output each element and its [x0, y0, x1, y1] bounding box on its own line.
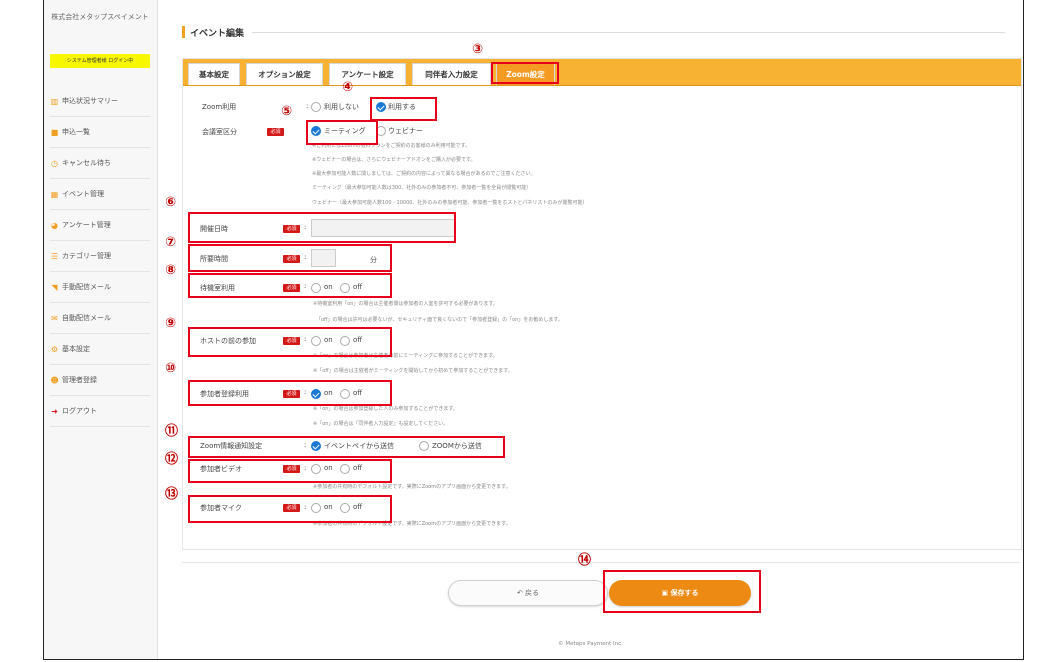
room-note: ミーティング（最大参加可能人数は300、社外のみの参加者不可、参加者一覧を全員が… [312, 185, 532, 191]
sidebar-item-summary[interactable]: ▥ 申込状況サマリー [50, 86, 150, 117]
waiting-note: 「off」の場合は許可は必要ないが、セキュリティ面で良くないので「参加者登録」の… [316, 317, 563, 323]
callout-number-3: ③ [472, 42, 484, 57]
sidebar-item-label: 申込一覧 [62, 128, 90, 136]
required-badge: 必須 [267, 128, 284, 136]
room-type-label: 会議室区分 [202, 128, 237, 136]
page-title: イベント編集 [190, 28, 245, 39]
sidebar-item-label: 管理者登録 [62, 376, 97, 384]
gears-icon: ⚙ [50, 344, 59, 354]
callout-number-7: ⑦ [165, 235, 177, 250]
join-note: ※「off」の場合は主催者がミーティングを開始してから初めて参加することができま… [313, 368, 513, 374]
registration-note: ※「on」の場合は「同伴者入力設定」も設定してください。 [313, 421, 449, 427]
callout-number-13: ⑬ [165, 487, 179, 502]
callout-number-9: ⑨ [165, 316, 177, 331]
callout-box-12 [188, 459, 392, 483]
logout-icon: ➜ [51, 406, 58, 416]
sidebar-item-label: 自動配信メール [62, 314, 111, 322]
tab-survey[interactable]: アンケート設定 [329, 63, 406, 85]
sidebar-item-label: 申込状況サマリー [62, 97, 118, 105]
callout-number-5: ⑤ [281, 104, 293, 119]
sidebar-item-label: キャンセル待ち [62, 159, 111, 167]
sidebar-item-settings[interactable]: ⚙ 基本設定 [50, 334, 150, 365]
callout-number-4: ④ [342, 80, 354, 95]
callout-box-8 [188, 273, 392, 298]
callout-number-14: ⑭ [578, 553, 592, 568]
login-banner: システム管理者様 ログイン中 [50, 54, 150, 68]
callout-box-7 [188, 244, 392, 272]
tab-options[interactable]: オプション設定 [246, 63, 323, 85]
callout-number-6: ⑥ [165, 195, 177, 210]
callout-box-10 [188, 380, 392, 406]
sidebar-item-label: アンケート管理 [62, 221, 111, 229]
list-icon: ☰ [50, 251, 59, 261]
rss-icon: ◥ [51, 282, 58, 292]
sidebar-item-auto-mail[interactable]: ✉ 自動配信メール [50, 303, 150, 334]
company-name: 株式会社メタップスペイメント [51, 13, 149, 21]
callout-box-9 [188, 327, 392, 357]
sidebar-item-waitlist[interactable]: ◷ キャンセル待ち [50, 148, 150, 179]
callout-number-10: ⑩ [165, 361, 177, 376]
sidebar-item-label: 基本設定 [62, 345, 90, 353]
grid-icon: ▦ [50, 189, 59, 199]
tab-bar: 基本設定 オプション設定 アンケート設定 同伴者入力設定 Zoom設定 [183, 59, 1021, 86]
webinar-label: ウェビナー [388, 127, 423, 135]
registration-note: ※「on」の場合は参加登録した人のみ参加することができます。 [313, 406, 458, 412]
title-accent [182, 26, 185, 38]
back-button-label: 戻る [525, 589, 540, 597]
sidebar-item-label: カテゴリー管理 [62, 252, 111, 260]
waiting-note: ※待機室利用「on」の場合は主催者側は参加者の入室を許可する必要があります。 [313, 301, 498, 307]
sidebar-item-label: ログアウト [62, 407, 97, 415]
sidebar-item-manual-mail[interactable]: ◥ 手動配信メール [50, 272, 150, 303]
callout-box-11 [188, 436, 505, 458]
callout-box-5 [306, 120, 378, 145]
book-icon: ■ [50, 127, 59, 137]
mail-icon: ✉ [51, 313, 58, 323]
colon: : [306, 102, 309, 110]
zoom-use-label: Zoom利用 [202, 103, 237, 111]
sidebar: 株式会社メタップスペイメント システム管理者様 ログイン中 ▥ 申込状況サマリー … [44, 0, 158, 659]
footer-copyright: © Metaps Payment Inc. [558, 641, 623, 647]
pie-chart-icon: ◕ [51, 220, 58, 230]
callout-number-8: ⑧ [165, 263, 177, 278]
callout-number-11: ⑪ [165, 424, 179, 439]
page-title-row: イベント編集 [182, 26, 1005, 39]
tab-basic[interactable]: 基本設定 [188, 63, 240, 85]
sidebar-item-admins[interactable]: ☻ 管理者登録 [50, 365, 150, 396]
title-divider [252, 31, 1005, 33]
room-note: ウェビナー（最大参加可能人数100 - 10000、社外のみの参加者可能、参加者… [312, 200, 588, 206]
sidebar-item-applications[interactable]: ■ 申込一覧 [50, 117, 150, 148]
sidebar-item-surveys[interactable]: ◕ アンケート管理 [50, 210, 150, 241]
sidebar-item-categories[interactable]: ☰ カテゴリー管理 [50, 241, 150, 272]
form-divider [182, 562, 1020, 563]
sidebar-nav: ▥ 申込状況サマリー ■ 申込一覧 ◷ キャンセル待ち ▦ イベント管理 ◕ アンケート管… [50, 86, 150, 427]
sidebar-item-label: イベント管理 [62, 190, 104, 198]
users-icon: ☻ [50, 375, 59, 385]
callout-box-6 [188, 212, 456, 243]
callout-number-12: ⑫ [165, 452, 179, 467]
sidebar-item-logout[interactable]: ➜ ログアウト [50, 396, 150, 427]
callout-box-4 [370, 97, 437, 121]
callout-box-13 [188, 495, 392, 523]
sidebar-item-label: 手動配信メール [62, 283, 111, 291]
callout-box-14 [603, 570, 761, 613]
zoom-use-off-radio[interactable] [311, 102, 321, 112]
back-button[interactable]: ↶ 戻る [448, 580, 608, 606]
tab-companion[interactable]: 同伴者入力設定 [412, 63, 491, 85]
bar-chart-icon: ▥ [50, 96, 59, 106]
sidebar-item-events[interactable]: ▦ イベント管理 [50, 179, 150, 210]
clock-icon: ◷ [51, 158, 58, 168]
back-arrow-icon: ↶ [516, 589, 523, 597]
room-note: ※最大参加可能人数に関しましては、ご契約の内容によって異なる場合があるのでご注意… [312, 171, 536, 177]
room-note: ※ウェビナーの場合は、さらにウェビナーアドオンをご購入が必要です。 [312, 157, 476, 163]
callout-box-3 [491, 62, 559, 84]
video-note: ※参加者の共有時のデフォルト設定です。実際にZoomのアプリ画面から変更できます… [313, 484, 511, 490]
zoom-use-off-label: 利用しない [324, 103, 359, 111]
